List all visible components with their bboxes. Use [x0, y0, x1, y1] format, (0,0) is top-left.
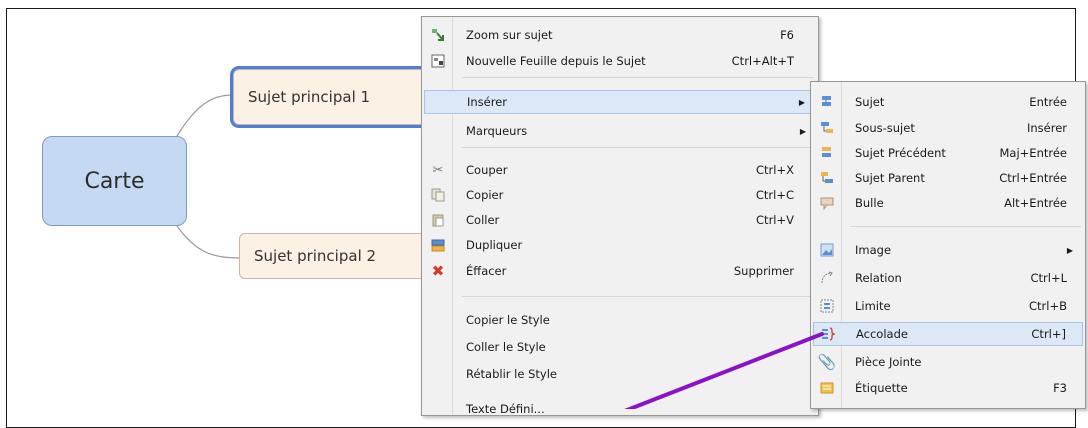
annotation-arrow [624, 332, 824, 409]
annotation-arrow-line [624, 332, 824, 409]
